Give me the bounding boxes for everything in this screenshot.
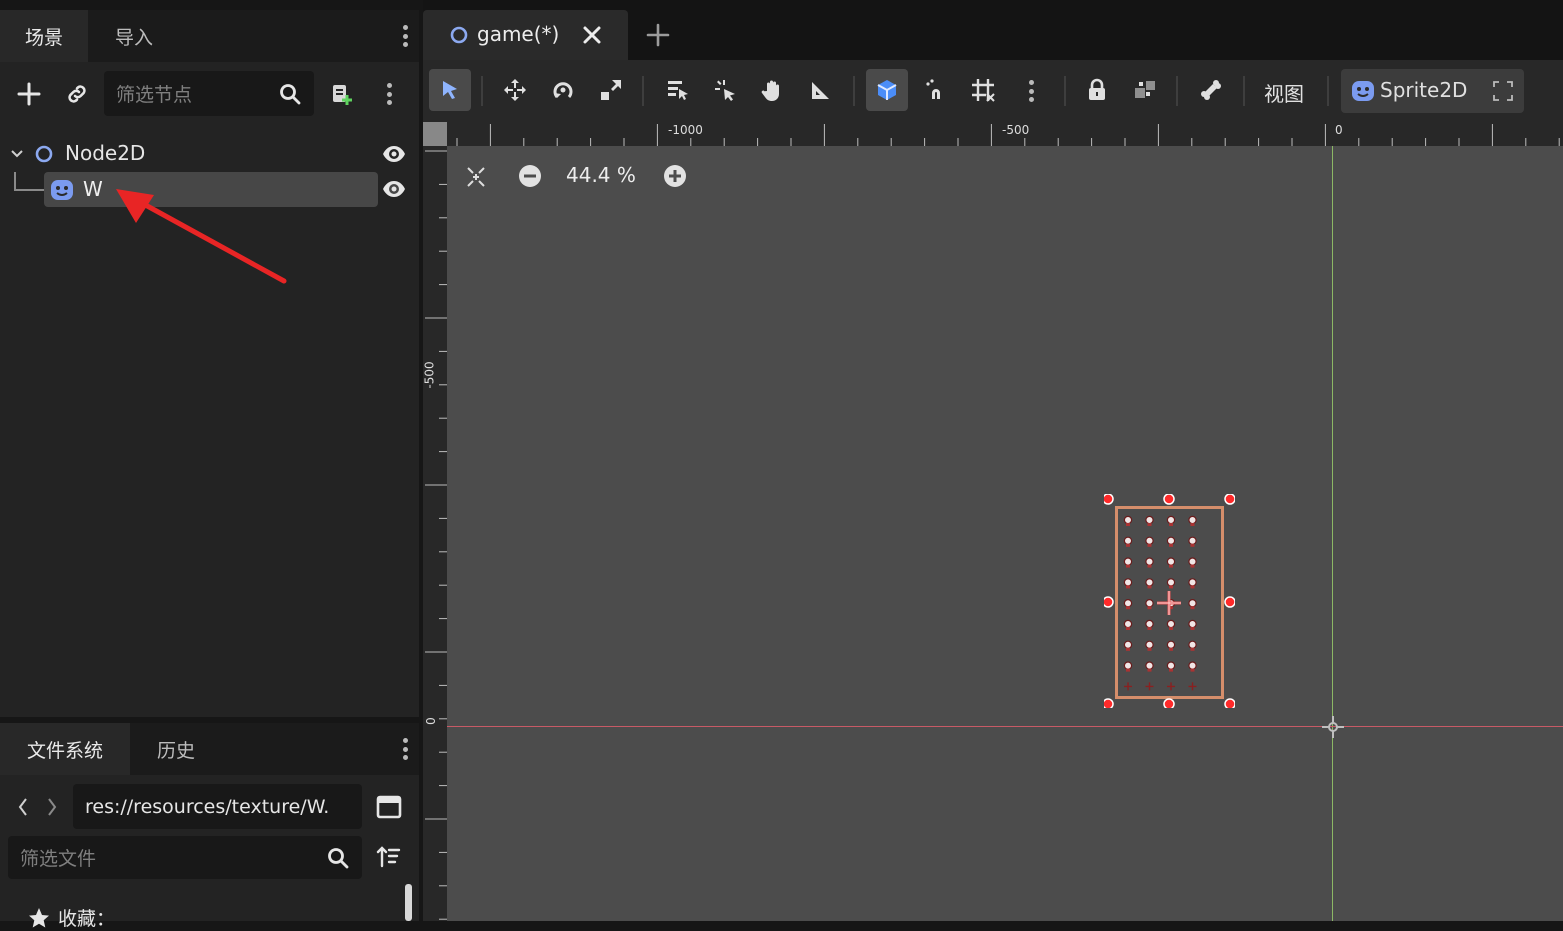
- smart-snap-button[interactable]: [866, 69, 908, 111]
- move-icon: [504, 79, 526, 101]
- tree-item-label: W: [83, 177, 103, 201]
- scrollbar-thumb[interactable]: [405, 884, 412, 921]
- lock-icon: [1089, 78, 1105, 100]
- chevron-left-icon[interactable]: [16, 796, 30, 818]
- node2d-icon: [450, 26, 468, 44]
- more-options-icon[interactable]: [1025, 76, 1037, 106]
- pivot-mode-button[interactable]: [704, 69, 746, 111]
- tree-item-node2d[interactable]: Node2D: [8, 137, 408, 171]
- group-icon: [1135, 81, 1155, 98]
- scene-tree-menu-icon[interactable]: [383, 79, 395, 109]
- ruler-corner: [423, 122, 447, 146]
- canvas-viewport[interactable]: -1000 -500 0 -500 0 44.4 %: [423, 122, 1563, 921]
- tab-history[interactable]: 历史: [130, 723, 222, 775]
- chevron-down-icon[interactable]: [10, 148, 24, 160]
- context-node-label: Sprite2D: [1380, 78, 1468, 102]
- filesystem-dock-menu-icon[interactable]: [399, 734, 411, 764]
- tree-connector: [14, 189, 44, 191]
- zoom-in-icon[interactable]: [663, 164, 687, 188]
- search-icon: [278, 82, 302, 106]
- link-icon[interactable]: [61, 78, 93, 110]
- ruler-label: 0: [1335, 123, 1343, 137]
- favorites-row[interactable]: 收藏：: [28, 904, 115, 931]
- pan-mode-button[interactable]: [752, 69, 794, 111]
- tab-import[interactable]: 导入: [88, 10, 180, 62]
- hand-icon: [761, 80, 779, 101]
- split-view-icon[interactable]: [376, 795, 402, 819]
- scene-dock-tabbar: 场景 导入: [0, 10, 419, 62]
- lock-button[interactable]: [1076, 69, 1118, 111]
- ruler-label: -500: [1002, 123, 1030, 137]
- y-axis-line: [1332, 146, 1333, 921]
- node-filter-input[interactable]: 筛选节点: [104, 71, 314, 116]
- close-icon[interactable]: [582, 25, 602, 45]
- scale-mode-button[interactable]: [590, 69, 632, 111]
- list-select-icon: [668, 81, 688, 100]
- scene-tabs-bar: game(*): [423, 0, 1563, 60]
- center-view-icon[interactable]: [464, 166, 488, 188]
- expand-icon[interactable]: [1492, 80, 1514, 102]
- rotate-mode-button[interactable]: [542, 69, 584, 111]
- file-filter-placeholder: 筛选文件: [20, 848, 97, 870]
- group-button[interactable]: [1124, 69, 1166, 111]
- sprite-pivot-icon: [1156, 590, 1182, 616]
- scale-icon: [601, 80, 621, 100]
- file-filter-input[interactable]: 筛选文件: [8, 836, 362, 879]
- visibility-eye-icon[interactable]: [382, 144, 406, 164]
- view-menu[interactable]: 视图: [1264, 78, 1304, 107]
- ruler-label: 0: [423, 717, 438, 725]
- annotation-arrow: [116, 189, 287, 284]
- tree-item-label: Node2D: [65, 141, 146, 165]
- tree-connector: [14, 172, 16, 190]
- bone-icon: [1201, 80, 1221, 100]
- move-mode-button[interactable]: [494, 69, 536, 111]
- snap-options-button[interactable]: [914, 69, 956, 111]
- magnet-dots-icon: [926, 79, 940, 99]
- origin-crosshair-icon: [1322, 716, 1344, 738]
- favorites-label: 收藏：: [58, 908, 116, 930]
- zoom-level[interactable]: 44.4 %: [566, 163, 636, 187]
- node-filter-placeholder: 筛选节点: [116, 84, 193, 106]
- ruler-label: -1000: [668, 123, 703, 137]
- grid-snap-button[interactable]: [962, 69, 1004, 111]
- tab-game-scene[interactable]: game(*): [423, 10, 628, 60]
- filesystem-dock-tabbar: 文件系统 历史: [0, 723, 419, 775]
- vertical-ruler: -500 0: [423, 146, 447, 921]
- node2d-icon: [35, 145, 53, 163]
- ruler-mode-button[interactable]: [800, 69, 842, 111]
- search-icon: [326, 846, 350, 870]
- left-dock: 场景 导入 筛选节点 Node2D W 文件系统 历史 res://resour…: [0, 0, 419, 930]
- pivot-icon: [715, 80, 735, 101]
- scene-dock-menu-icon[interactable]: [399, 21, 411, 51]
- sort-icon[interactable]: [376, 845, 402, 869]
- tab-scene[interactable]: 场景: [0, 10, 88, 62]
- main-editor: game(*) 视图 Sprite2D -1000 -500 0 -500 0 …: [423, 0, 1563, 921]
- list-select-button[interactable]: [656, 69, 698, 111]
- pointer-icon: [443, 81, 457, 99]
- grid-icon: [972, 79, 995, 102]
- snap-cube-icon: [877, 80, 897, 100]
- canvas-toolbar: 视图 Sprite2D: [423, 60, 1563, 122]
- path-field[interactable]: res://resources/texture/W.: [73, 784, 362, 829]
- ruler-label: -500: [423, 361, 437, 389]
- rotate-icon: [553, 82, 573, 98]
- ruler-icon: [812, 82, 829, 99]
- visibility-eye-icon[interactable]: [382, 179, 406, 199]
- scene-tab-label: game(*): [477, 22, 560, 46]
- attach-script-icon[interactable]: [325, 78, 357, 110]
- select-mode-button[interactable]: [429, 69, 471, 111]
- x-axis-line: [447, 726, 1563, 727]
- tab-filesystem[interactable]: 文件系统: [0, 723, 130, 775]
- sprite2d-icon: [1351, 79, 1375, 103]
- add-tab-icon[interactable]: [646, 23, 670, 47]
- sprite2d-icon: [50, 178, 74, 202]
- star-icon: [28, 907, 50, 929]
- chevron-right-icon[interactable]: [45, 796, 59, 818]
- skeleton-button[interactable]: [1190, 69, 1232, 111]
- zoom-out-icon[interactable]: [518, 164, 542, 188]
- add-node-icon[interactable]: [13, 78, 45, 110]
- sprite2d-context-menu[interactable]: Sprite2D: [1341, 69, 1524, 113]
- path-value: res://resources/texture/W.: [85, 795, 330, 818]
- horizontal-ruler: -1000 -500 0: [447, 122, 1563, 146]
